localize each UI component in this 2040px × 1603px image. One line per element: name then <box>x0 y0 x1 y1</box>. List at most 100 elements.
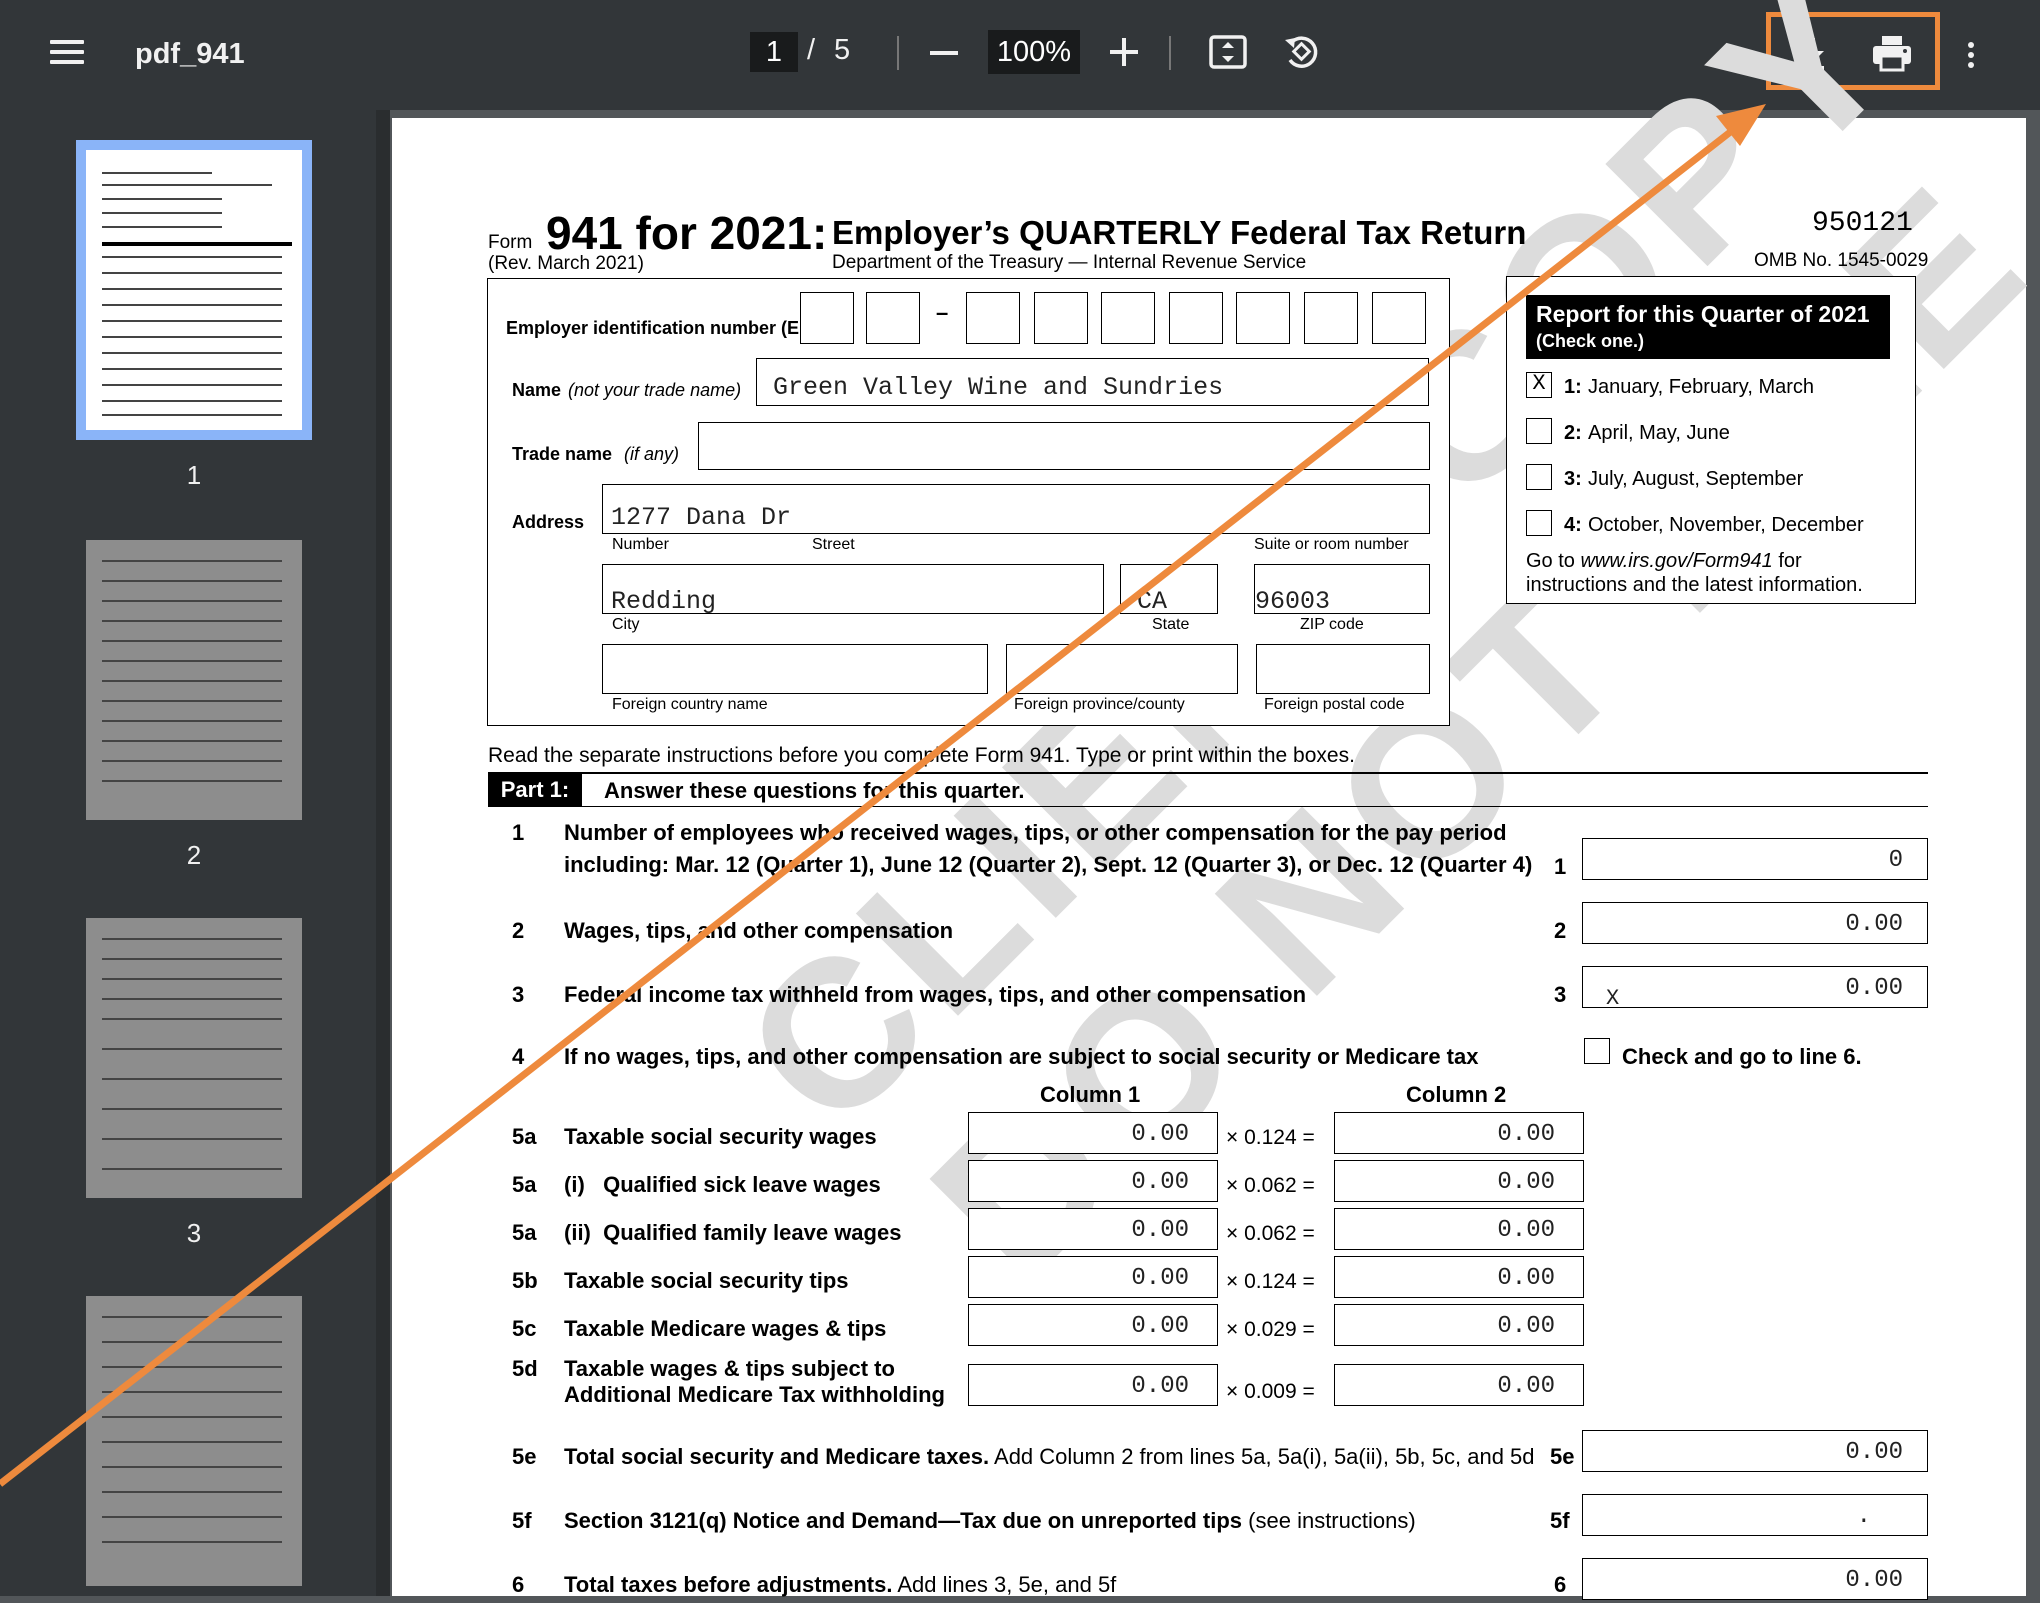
ein-digit-box[interactable] <box>1169 292 1223 344</box>
line-number: 5c <box>512 1316 537 1341</box>
toolbar-divider <box>1169 36 1171 70</box>
sidebar-scrollbar[interactable] <box>376 110 390 1596</box>
ein-digit-box[interactable] <box>866 292 920 344</box>
ein-digit-box[interactable] <box>1372 292 1426 344</box>
city-field[interactable]: Redding <box>602 564 1104 616</box>
name-label: Name <box>512 380 562 400</box>
line5f-text: Section 3121(q) Notice and Demand—Tax du… <box>564 1508 1416 1533</box>
line-number: 5a <box>512 1124 537 1149</box>
row5-col2-field[interactable]: 0.00 <box>1334 1160 1584 1202</box>
row5-col1-field[interactable]: 0.00 <box>968 1160 1218 1202</box>
row5-multiplier: × 0.124 = <box>1226 1270 1315 1293</box>
line-ref: 3 <box>1554 982 1567 1007</box>
goto-text-2: instructions and the latest information. <box>1526 574 1863 596</box>
page-number-input[interactable]: 1 <box>750 32 798 72</box>
page-thumbnail-3[interactable] <box>86 918 302 1198</box>
trade-name-field[interactable] <box>698 422 1430 470</box>
row5-col1-field[interactable]: 0.00 <box>968 1256 1218 1298</box>
row5-col1-field[interactable]: 0.00 <box>968 1208 1218 1250</box>
state-field[interactable]: CA <box>1120 564 1218 616</box>
irs-link[interactable]: www.irs.gov/Form941 <box>1580 550 1772 572</box>
foreign-country-field[interactable] <box>602 644 988 694</box>
row5-multiplier: × 0.029 = <box>1226 1318 1315 1341</box>
foreign-province-field[interactable] <box>1006 644 1238 694</box>
zoom-in-button[interactable] <box>1104 32 1144 72</box>
ein-digit-box[interactable] <box>966 292 1020 344</box>
document-title: pdf_941 <box>135 38 245 70</box>
ein-digit-box[interactable] <box>1304 292 1358 344</box>
foreign-province-caption: Foreign province/county <box>1014 696 1185 713</box>
line4-text: If no wages, tips, and other compensatio… <box>564 1044 1479 1069</box>
page-thumbnail-4[interactable] <box>86 1296 302 1586</box>
thumbnail-label: 1 <box>186 460 202 490</box>
goto-text: Go to www.irs.gov/Form941 for <box>1526 550 1802 572</box>
line6-field[interactable]: 0.00 <box>1582 1558 1928 1600</box>
quarter-checkbox-3[interactable] <box>1526 464 1552 490</box>
part-divider <box>488 806 1928 807</box>
row5-col2-field[interactable]: 0.00 <box>1334 1304 1584 1346</box>
row5-col2-field[interactable]: 0.00 <box>1334 1208 1584 1250</box>
line-number: 5f <box>512 1508 532 1533</box>
quarter-num: 1: <box>1564 376 1582 398</box>
zoom-out-button[interactable] <box>922 34 966 74</box>
rotate-button[interactable] <box>1280 30 1322 72</box>
ein-label: Employer identification number (EIN) <box>506 318 824 338</box>
part1-title: Answer these questions for this quarter. <box>604 778 1025 803</box>
foreign-postal-field[interactable] <box>1256 644 1430 694</box>
ein-digit-box[interactable] <box>1101 292 1155 344</box>
row5-col1-field[interactable]: 0.00 <box>968 1304 1218 1346</box>
highlight-box <box>1766 12 1940 90</box>
line-number: 1 <box>512 820 525 845</box>
row5-label: (ii) Qualified family leave wages <box>564 1220 902 1245</box>
quarter-text: July, August, September <box>1588 468 1804 490</box>
line-number: 4 <box>512 1044 525 1069</box>
line-ref: 5e <box>1550 1444 1575 1469</box>
name-field[interactable]: Green Valley Wine and Sundries <box>756 358 1429 406</box>
zip-field[interactable]: 96003 <box>1254 564 1430 616</box>
foreign-postal-caption: Foreign postal code <box>1264 696 1405 713</box>
line3-text: Federal income tax withheld from wages, … <box>564 982 1307 1007</box>
trade-name-note: (if any) <box>624 444 680 464</box>
line5e-field[interactable]: 0.00 <box>1582 1430 1928 1472</box>
quarter-checkbox-4[interactable] <box>1526 510 1552 536</box>
address-field[interactable]: 1277 Dana Dr <box>602 484 1430 534</box>
row5d-col2-field[interactable]: 0.00 <box>1334 1364 1584 1406</box>
foreign-country-caption: Foreign country name <box>612 696 768 713</box>
menu-icon[interactable] <box>50 38 86 66</box>
line2-field[interactable]: 0.00 <box>1582 902 1928 944</box>
number-caption: Number <box>612 536 669 553</box>
page-thumbnail-2[interactable] <box>86 540 302 820</box>
more-options-icon[interactable] <box>1968 40 1978 70</box>
row5-col2-field[interactable]: 0.00 <box>1334 1256 1584 1298</box>
page-thumbnail-1[interactable] <box>76 140 312 440</box>
ein-digit-box[interactable] <box>1236 292 1290 344</box>
line5f-field[interactable]: . <box>1582 1494 1928 1536</box>
line4-check-text: Check and go to line 6. <box>1622 1044 1862 1069</box>
line-ref: 5f <box>1550 1508 1570 1533</box>
line4-checkbox[interactable] <box>1584 1038 1610 1064</box>
line1-field[interactable]: 0 <box>1582 838 1928 880</box>
line-number: 5d <box>512 1356 538 1381</box>
line-ref: 2 <box>1554 918 1567 943</box>
quarter-checkbox-1[interactable]: X <box>1526 372 1552 398</box>
ein-digit-box[interactable] <box>800 292 854 344</box>
row5-col2-field[interactable]: 0.00 <box>1334 1112 1584 1154</box>
thumbnail-label: 3 <box>186 1218 202 1248</box>
fit-to-page-button[interactable] <box>1208 32 1248 72</box>
quarter-header-sub: (Check one.) <box>1536 331 1645 351</box>
ein-digit-box[interactable] <box>1034 292 1088 344</box>
line3-field[interactable]: 0.00 <box>1582 966 1928 1008</box>
omb-number: OMB No. 1545-0029 <box>1754 250 1929 271</box>
thumbnail-sidebar: 1 2 3 <box>0 110 376 1596</box>
row5d-col1-field[interactable]: 0.00 <box>968 1364 1218 1406</box>
quarter-text: April, May, June <box>1588 422 1730 444</box>
line-number: 5e <box>512 1444 537 1469</box>
row5-multiplier: × 0.062 = <box>1226 1222 1315 1245</box>
form-title: Employer’s QUARTERLY Federal Tax Return <box>832 214 1527 251</box>
row5-col1-field[interactable]: 0.00 <box>968 1112 1218 1154</box>
quarter-checkbox-2[interactable] <box>1526 418 1552 444</box>
quarter-text: January, February, March <box>1588 376 1815 398</box>
pdf-toolbar: pdf_941 1 / 5 100% <box>0 0 2040 110</box>
column1-header: Column 1 <box>1040 1082 1141 1107</box>
zoom-level-input[interactable]: 100% <box>988 30 1080 74</box>
